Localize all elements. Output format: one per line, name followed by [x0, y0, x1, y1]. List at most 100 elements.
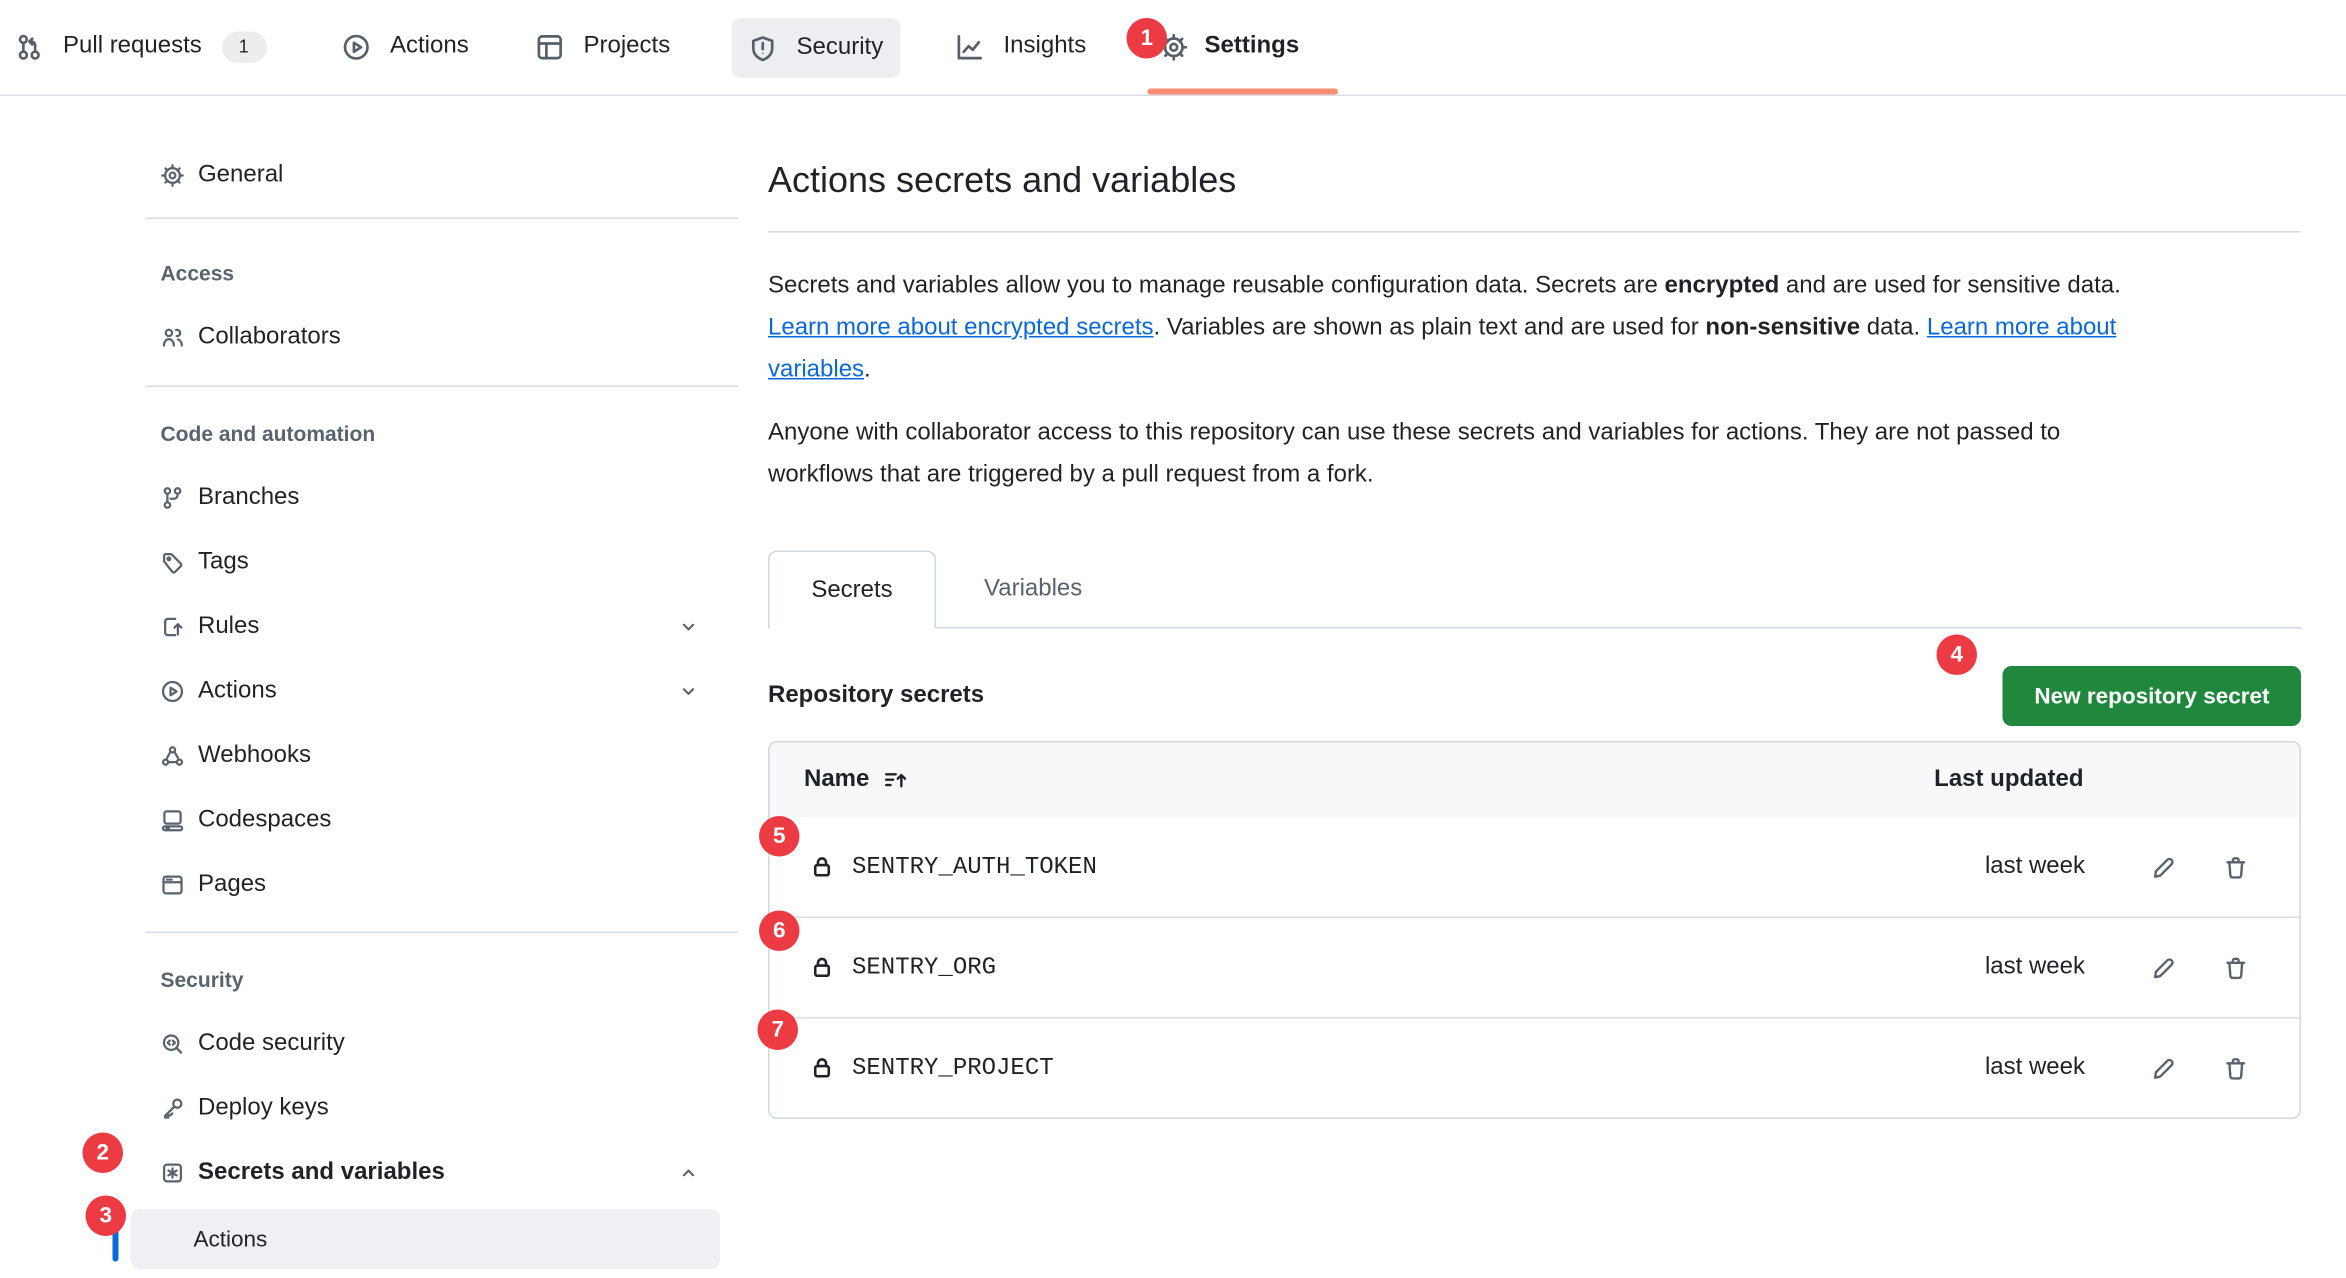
tab-secrets[interactable]: Secrets: [768, 551, 936, 629]
tag-icon: [161, 550, 185, 574]
sidebar-item-codespaces[interactable]: Codespaces: [146, 788, 739, 853]
secret-row: SENTRY_PROJECT last week: [770, 1017, 2300, 1118]
secret-updated: last week: [1985, 1055, 2085, 1082]
play-icon: [161, 679, 185, 703]
sidebar-item-rules[interactable]: Rules: [146, 594, 739, 659]
sidebar-item-label: Webhooks: [198, 742, 311, 769]
secret-name: SENTRY_ORG: [852, 954, 996, 981]
delete-secret-button[interactable]: [2223, 955, 2249, 981]
key-icon: [161, 1096, 185, 1120]
intro-text: data.: [1860, 315, 1927, 341]
tab-label: Pull requests: [63, 33, 202, 60]
tab-insights[interactable]: Insights: [956, 17, 1087, 77]
last-updated-column-header: Last updated: [1934, 767, 2083, 794]
sidebar-item-label: Codespaces: [198, 806, 331, 833]
sort-ascending-icon: [883, 768, 907, 792]
page-title: Actions secrets and variables: [768, 156, 2301, 207]
git-branch-icon: [161, 485, 185, 509]
pull-requests-counter: 1: [221, 31, 266, 63]
edit-secret-button[interactable]: [2151, 854, 2177, 880]
sidebar-subitem-actions-selected[interactable]: Actions: [131, 1209, 721, 1269]
table-icon: [536, 32, 565, 61]
shield-icon: [749, 34, 778, 63]
sidebar-item-deploy-keys[interactable]: Deploy keys: [146, 1076, 739, 1141]
tab-security[interactable]: Security: [732, 18, 900, 78]
repository-secrets-header-row: Repository secrets New repository secret: [768, 666, 2301, 726]
sidebar-item-label: Pages: [198, 871, 266, 898]
chevron-down-icon: [678, 616, 699, 637]
repo-tab-bar: Pull requests 1 Actions Projects: [0, 0, 2346, 96]
secret-name: SENTRY_AUTH_TOKEN: [852, 854, 1097, 881]
lock-icon: [810, 855, 834, 879]
tab-label: Projects: [584, 33, 671, 60]
main-content: Actions secrets and variables Secrets an…: [768, 143, 2301, 1120]
secrets-table: Name Last updated SENTRY_AUTH_TOKEN: [768, 741, 2301, 1119]
secrets-variables-tabs: Secrets Variables: [768, 551, 2301, 629]
sidebar-section-security: Security: [146, 947, 739, 1012]
tab-projects[interactable]: Projects: [536, 17, 671, 77]
divider: [146, 932, 739, 934]
delete-secret-button[interactable]: [2223, 1055, 2249, 1081]
sidebar-item-collaborators[interactable]: Collaborators: [146, 305, 739, 370]
link-learn-encrypted-secrets[interactable]: Learn more about encrypted secrets: [768, 315, 1154, 341]
edit-secret-button[interactable]: [2151, 1055, 2177, 1081]
annotation-badge-1: 1: [1127, 18, 1168, 59]
asterisk-box-icon: [161, 1160, 185, 1184]
tab-variables[interactable]: Variables: [969, 551, 1097, 628]
divider: [146, 386, 739, 388]
sidebar-item-code-security[interactable]: Code security: [146, 1011, 739, 1076]
webhook-icon: [161, 743, 185, 767]
tab-actions[interactable]: Actions: [342, 17, 469, 77]
settings-sidebar: General Access Collaborators Code and au…: [146, 143, 739, 1270]
divider: [768, 231, 2301, 233]
tab-settings[interactable]: Settings: [1160, 17, 1300, 77]
lock-icon: [810, 1056, 834, 1080]
chevron-down-icon: [678, 680, 699, 701]
sidebar-item-label: Rules: [198, 613, 259, 640]
sidebar-section-code-automation: Code and automation: [146, 401, 739, 466]
chevron-up-icon: [678, 1162, 699, 1183]
tab-label: Security: [797, 35, 884, 62]
tab-label: Settings: [1205, 33, 1300, 60]
intro-text: Secrets and variables allow you to manag…: [768, 273, 1665, 299]
sidebar-item-general[interactable]: General: [146, 143, 739, 208]
table-header-row: Name Last updated: [770, 743, 2300, 818]
sidebar-item-label: General: [198, 161, 283, 188]
tab-pull-requests[interactable]: Pull requests 1: [15, 17, 266, 77]
edit-secret-button[interactable]: [2151, 955, 2177, 981]
sidebar-section-access: Access: [146, 240, 739, 305]
sidebar-item-pages[interactable]: Pages: [146, 852, 739, 917]
divider: [146, 218, 739, 220]
secret-name: SENTRY_PROJECT: [852, 1055, 1054, 1082]
sidebar-item-branches[interactable]: Branches: [146, 465, 739, 530]
sidebar-item-tags[interactable]: Tags: [146, 530, 739, 595]
people-icon: [161, 325, 185, 349]
intro-bold-non-sensitive: non-sensitive: [1705, 315, 1860, 341]
annotation-badge-2: 2: [83, 1133, 124, 1174]
rules-icon: [161, 614, 185, 638]
annotation-badge-6: 6: [759, 911, 800, 952]
graph-icon: [956, 32, 985, 61]
annotation-badge-4: 4: [1937, 635, 1978, 676]
sidebar-item-label: Code security: [198, 1030, 345, 1057]
collaborator-note-paragraph: Anyone with collaborator access to this …: [768, 413, 2151, 497]
annotation-badge-5: 5: [759, 816, 800, 857]
sidebar-item-actions[interactable]: Actions: [146, 659, 739, 724]
github-settings-page: Pull requests 1 Actions Projects: [0, 0, 2346, 1278]
secret-row: SENTRY_AUTH_TOKEN last week: [770, 818, 2300, 917]
intro-paragraph: Secrets and variables allow you to manag…: [768, 266, 2151, 392]
new-repository-secret-button[interactable]: New repository secret: [2003, 666, 2301, 726]
intro-text: . Variables are shown as plain text and …: [1154, 315, 1706, 341]
name-column-header[interactable]: Name: [804, 767, 907, 794]
tab-label: Actions: [390, 33, 469, 60]
sidebar-item-label: Tags: [198, 548, 249, 575]
sidebar-item-label: Deploy keys: [198, 1094, 329, 1121]
sidebar-item-label: Branches: [198, 484, 299, 511]
secret-updated: last week: [1985, 854, 2085, 881]
codespaces-icon: [161, 808, 185, 832]
sidebar-item-secrets-and-variables[interactable]: Secrets and variables: [146, 1140, 739, 1205]
tab-label: Insights: [1004, 33, 1087, 60]
gear-icon: [161, 163, 185, 187]
sidebar-item-webhooks[interactable]: Webhooks: [146, 723, 739, 788]
delete-secret-button[interactable]: [2223, 854, 2249, 880]
